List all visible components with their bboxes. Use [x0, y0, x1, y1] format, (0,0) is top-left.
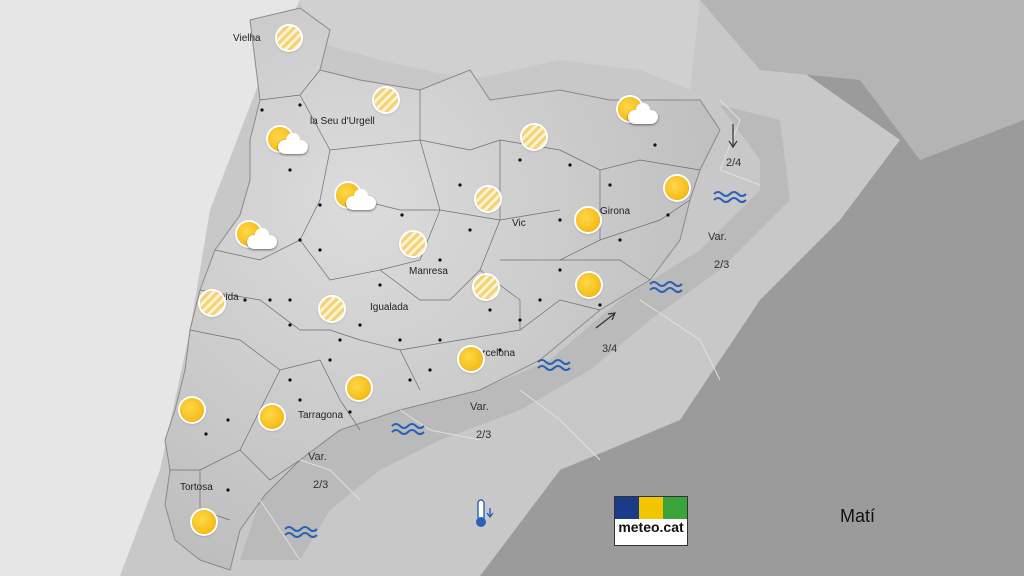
cloud-icon — [247, 228, 277, 249]
sun-icon — [459, 347, 483, 371]
haze-sun-icon — [374, 88, 398, 112]
city-label-girona: Girona — [600, 206, 630, 217]
haze-sun-icon — [474, 275, 498, 299]
sun-icon — [347, 376, 371, 400]
sea-state-label: 2/3 — [313, 479, 328, 491]
sea-state-label: 3/4 — [602, 343, 617, 355]
logo-block-blue — [615, 497, 639, 519]
logo-block-green — [663, 497, 687, 519]
haze-sun-icon — [320, 297, 344, 321]
sun-icon — [192, 510, 216, 534]
haze-sun-icon — [401, 232, 425, 256]
sun-icon — [577, 273, 601, 297]
city-label-vielha: Vielha — [233, 33, 261, 44]
city-label-igualada: Igualada — [370, 302, 409, 313]
city-label-tortosa: Tortosa — [180, 482, 213, 493]
sea-state-label: Var. — [470, 401, 489, 413]
cloud-icon — [278, 133, 308, 154]
haze-sun-icon — [200, 291, 224, 315]
city-label-manresa: Manresa — [409, 266, 448, 277]
logo-text: meteo.cat — [618, 519, 684, 535]
sea-state-label: 2/3 — [476, 429, 491, 441]
haze-sun-icon — [522, 125, 546, 149]
sea-state-label: Var. — [308, 451, 327, 463]
sun-icon — [260, 405, 284, 429]
period-label: Matí — [840, 506, 876, 526]
sun-icon — [180, 398, 204, 422]
cloud-icon — [346, 189, 376, 210]
haze-sun-icon — [476, 187, 500, 211]
weather-map: Vielha la Seu d'Urgell Vic Girona Manres… — [0, 0, 1024, 576]
meteocat-logo: meteo.cat — [614, 496, 688, 546]
city-label-la-seu-durgell: la Seu d'Urgell — [310, 116, 375, 127]
sea-state-label: 2/4 — [726, 157, 741, 169]
city-label-tarragona: Tarragona — [298, 410, 343, 421]
cloud-icon — [628, 103, 658, 124]
sun-icon — [576, 208, 600, 232]
haze-sun-icon — [277, 26, 301, 50]
sea-state-label: Var. — [708, 231, 727, 243]
sea-state-label: 2/3 — [714, 259, 729, 271]
logo-block-yellow — [639, 497, 663, 519]
sun-icon — [665, 176, 689, 200]
city-label-vic: Vic — [512, 218, 526, 229]
